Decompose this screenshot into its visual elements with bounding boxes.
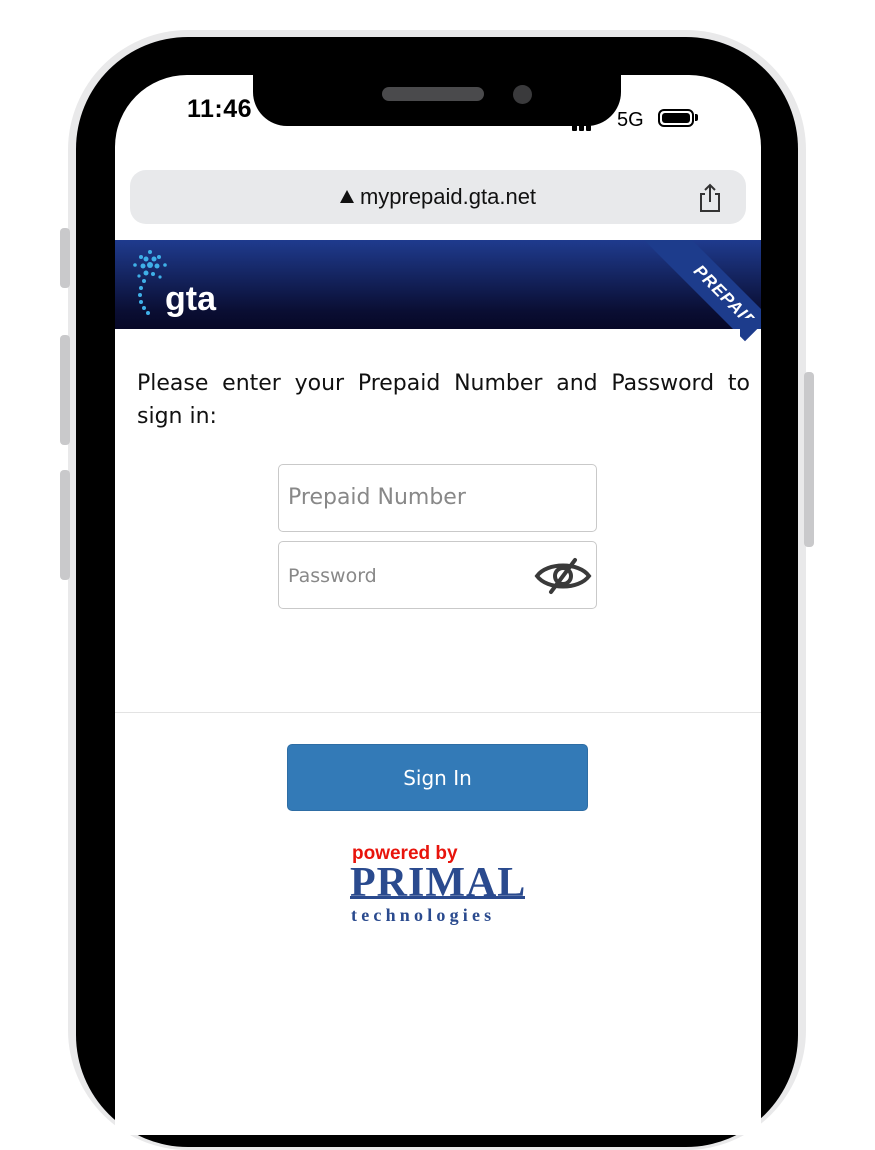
side-button-volume-up [60,335,70,445]
prepaid-number-input[interactable]: Prepaid Number [278,464,597,532]
address-bar[interactable]: myprepaid.gta.net [130,170,746,224]
share-icon[interactable] [696,182,724,214]
primal-logo-subtext: technologies [351,905,496,925]
battery-icon [658,109,694,127]
eye-slash-icon[interactable] [533,556,593,596]
primal-logo-underline [350,896,525,899]
speaker [382,87,484,101]
side-button-volume-down [60,470,70,580]
side-button-silent [60,228,70,288]
prepaid-ribbon: PREPAID [628,240,761,329]
side-button-power [804,372,814,547]
header-banner: gta PREPAID [115,240,761,329]
url-text: myprepaid.gta.net [359,184,537,209]
battery-tip [695,114,698,121]
camera [513,85,532,104]
warning-icon [339,190,354,203]
sign-in-instructions: Please enter your Prepaid Number and Pas… [137,371,750,429]
signal-icon [572,118,593,136]
divider [115,712,761,713]
sign-in-label: Sign In [403,765,472,790]
gta-logo-text: gta [165,280,216,318]
ribbon-tail [740,318,761,358]
prepaid-number-placeholder: Prepaid Number [288,485,466,510]
status-time: 11:46 [187,95,253,123]
password-placeholder: Password [288,565,377,587]
network-label: 5G [617,109,644,131]
sign-in-button[interactable]: Sign In [287,744,588,811]
